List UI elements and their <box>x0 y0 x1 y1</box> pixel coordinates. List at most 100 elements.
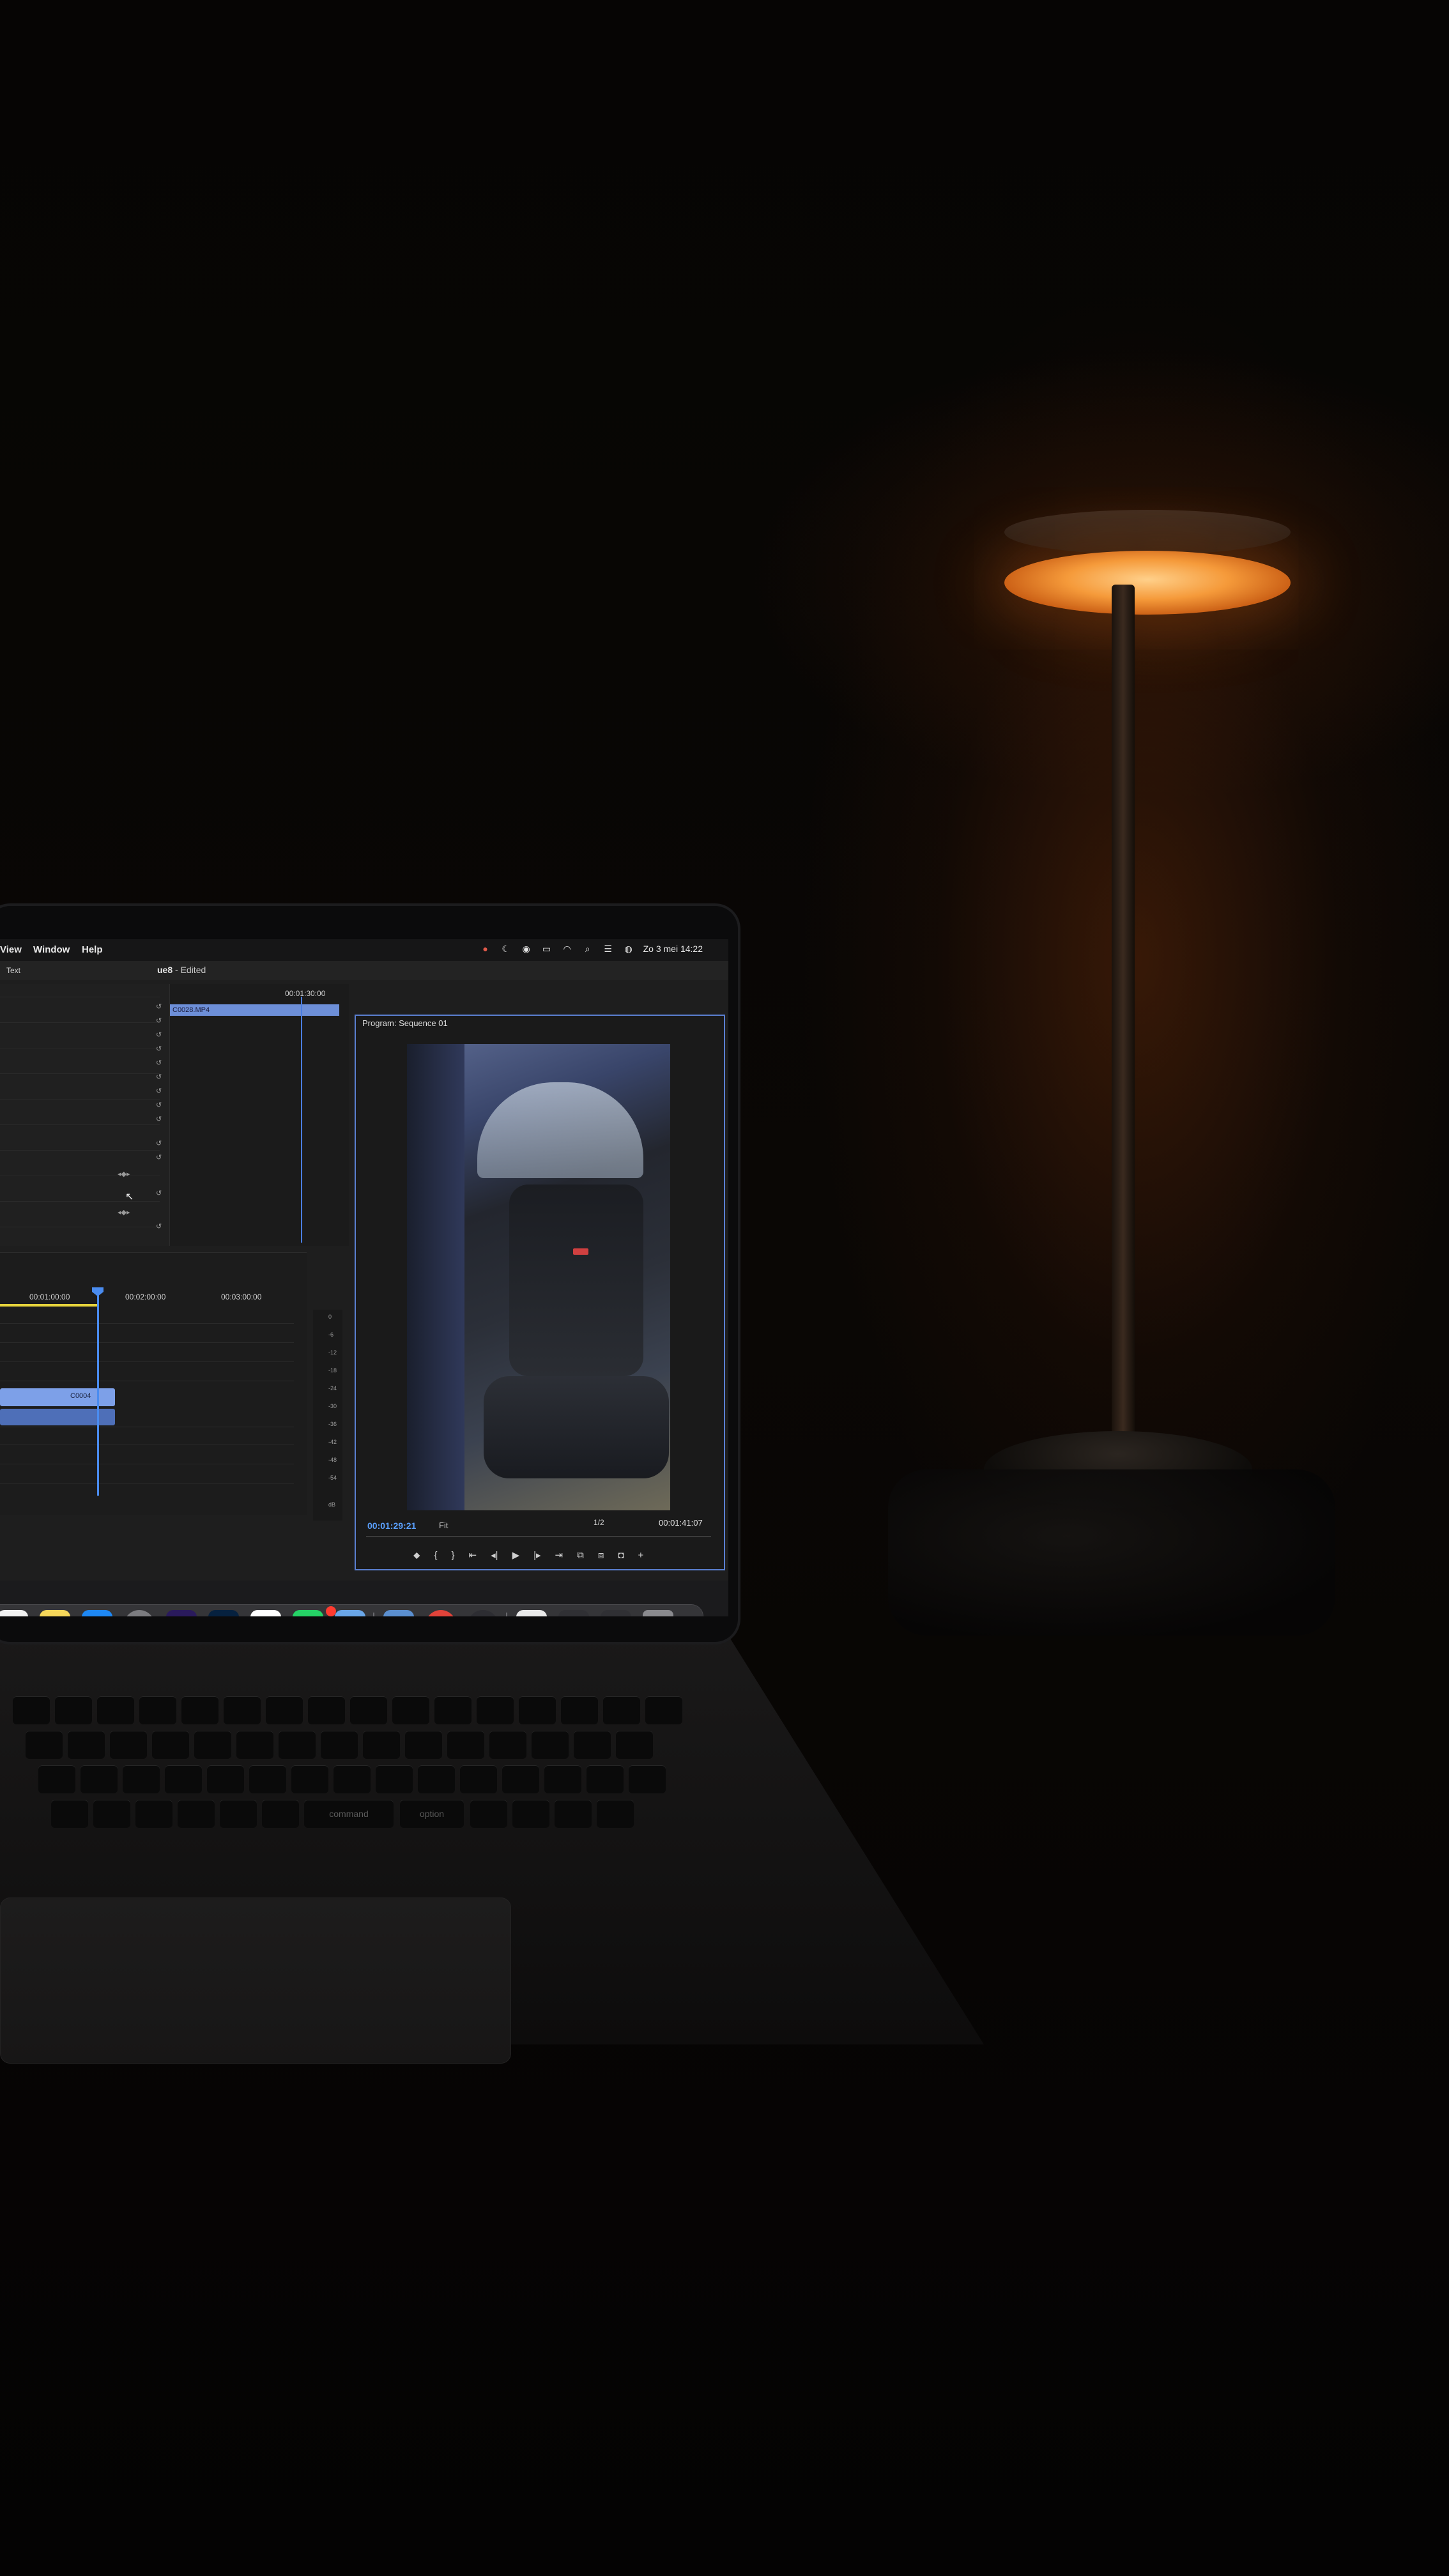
command-key[interactable]: command <box>304 1800 394 1828</box>
reminders-icon[interactable] <box>0 1610 28 1616</box>
key[interactable] <box>93 1800 130 1828</box>
timeline-playhead[interactable] <box>97 1291 99 1496</box>
go-to-out-icon[interactable]: ⇥ <box>555 1549 564 1561</box>
key[interactable] <box>249 1765 286 1793</box>
add-button-icon[interactable]: + <box>638 1550 643 1561</box>
key[interactable] <box>334 1765 371 1793</box>
key[interactable] <box>321 1731 358 1759</box>
photoshop-icon[interactable]: Ps <box>208 1610 239 1616</box>
reset-icon[interactable]: ↺ <box>156 1073 164 1081</box>
reset-icon[interactable]: ↺ <box>156 1101 164 1109</box>
key[interactable] <box>236 1731 273 1759</box>
reset-icon[interactable]: ↺ <box>156 1223 164 1230</box>
key[interactable] <box>470 1800 507 1828</box>
program-monitor-title[interactable]: Program: Sequence 01 <box>362 1018 448 1028</box>
panel-tab-text[interactable]: Text <box>6 966 20 975</box>
window-icon[interactable] <box>558 1610 589 1616</box>
key[interactable] <box>477 1696 514 1724</box>
mini-playhead[interactable] <box>301 997 302 1243</box>
key[interactable] <box>97 1696 134 1724</box>
key[interactable] <box>574 1731 611 1759</box>
go-to-in-icon[interactable]: ⇤ <box>469 1549 477 1561</box>
reset-icon[interactable]: ↺ <box>156 1140 164 1147</box>
program-current-timecode[interactable]: 00:01:29:21 <box>367 1521 416 1531</box>
whatsapp-icon[interactable]: ✆ <box>293 1610 323 1616</box>
insert-icon[interactable]: ⧉ <box>577 1550 584 1561</box>
notes-icon[interactable] <box>40 1610 70 1616</box>
battery-icon[interactable]: ▭ <box>541 943 553 954</box>
key[interactable] <box>152 1731 189 1759</box>
mark-in-icon[interactable]: { <box>434 1550 438 1561</box>
key[interactable] <box>110 1731 147 1759</box>
key[interactable] <box>308 1696 345 1724</box>
key[interactable] <box>13 1696 50 1724</box>
work-area-bar[interactable] <box>0 1304 97 1307</box>
window-icon[interactable] <box>601 1610 631 1616</box>
menu-view[interactable]: View <box>0 944 22 955</box>
key[interactable] <box>616 1731 653 1759</box>
creative-cloud-status-icon[interactable]: ● <box>480 943 491 954</box>
focus-moon-icon[interactable]: ☾ <box>500 943 512 954</box>
reset-icon[interactable]: ↺ <box>156 1087 164 1095</box>
option-key[interactable]: option <box>400 1800 464 1828</box>
app-store-icon[interactable]: A <box>82 1610 112 1616</box>
key[interactable] <box>51 1800 88 1828</box>
reset-icon[interactable]: ↺ <box>156 1031 164 1039</box>
key[interactable] <box>512 1800 549 1828</box>
siri-icon[interactable]: ◍ <box>623 943 634 954</box>
menu-help[interactable]: Help <box>82 944 103 955</box>
system-settings-icon[interactable]: ⚙ <box>124 1610 155 1616</box>
key[interactable] <box>350 1696 387 1724</box>
key[interactable] <box>123 1765 160 1793</box>
playback-resolution-dropdown[interactable]: 1/2 <box>594 1518 604 1527</box>
trash-icon[interactable]: 🗑 <box>643 1610 673 1616</box>
key[interactable] <box>224 1696 261 1724</box>
screen-record-icon[interactable]: ◉ <box>521 943 532 954</box>
search-icon[interactable]: ⌕ <box>582 943 594 954</box>
key[interactable] <box>181 1696 218 1724</box>
document-icon[interactable] <box>516 1610 547 1616</box>
key[interactable] <box>447 1731 484 1759</box>
key[interactable] <box>279 1731 316 1759</box>
reset-icon[interactable]: ↺ <box>156 1059 164 1067</box>
reset-icon[interactable]: ↺ <box>156 1017 164 1025</box>
export-frame-icon[interactable]: ◘ <box>618 1550 624 1561</box>
key[interactable] <box>561 1696 598 1724</box>
key[interactable] <box>489 1731 526 1759</box>
key[interactable] <box>418 1765 455 1793</box>
program-scrub-bar[interactable] <box>366 1536 711 1543</box>
keyframe-nav-icon[interactable]: ◂◆▸ <box>118 1170 143 1178</box>
key[interactable] <box>434 1696 471 1724</box>
key[interactable] <box>220 1800 257 1828</box>
key[interactable] <box>55 1696 92 1724</box>
menu-window[interactable]: Window <box>33 944 70 955</box>
imovie-icon[interactable]: ★ <box>335 1610 365 1616</box>
wifi-icon[interactable]: ◠ <box>562 943 573 954</box>
key[interactable] <box>363 1731 400 1759</box>
key[interactable] <box>603 1696 640 1724</box>
key[interactable] <box>502 1765 539 1793</box>
key[interactable] <box>165 1765 202 1793</box>
key[interactable] <box>207 1765 244 1793</box>
key[interactable] <box>597 1800 634 1828</box>
reset-icon[interactable]: ↺ <box>156 1045 164 1053</box>
overwrite-icon[interactable]: ⧈ <box>598 1550 604 1561</box>
reset-icon[interactable]: ↺ <box>156 1116 164 1123</box>
reset-icon[interactable]: ↺ <box>156 1154 164 1162</box>
key[interactable] <box>544 1765 581 1793</box>
key[interactable] <box>629 1765 666 1793</box>
key[interactable] <box>266 1696 303 1724</box>
key[interactable] <box>555 1800 592 1828</box>
key[interactable] <box>38 1765 75 1793</box>
menu-clock[interactable]: Zo 3 mei 14:22 <box>643 944 703 954</box>
key[interactable] <box>139 1696 176 1724</box>
reset-icon[interactable]: ↺ <box>156 1003 164 1011</box>
step-forward-icon[interactable]: |▸ <box>533 1549 540 1561</box>
creative-cloud-icon[interactable] <box>425 1610 456 1616</box>
key[interactable] <box>586 1765 624 1793</box>
quicktime-icon[interactable]: Q <box>468 1610 498 1616</box>
play-icon[interactable]: ▶ <box>512 1549 520 1561</box>
key[interactable] <box>376 1765 413 1793</box>
zoom-fit-dropdown[interactable]: Fit <box>439 1521 448 1530</box>
key[interactable] <box>645 1696 682 1724</box>
